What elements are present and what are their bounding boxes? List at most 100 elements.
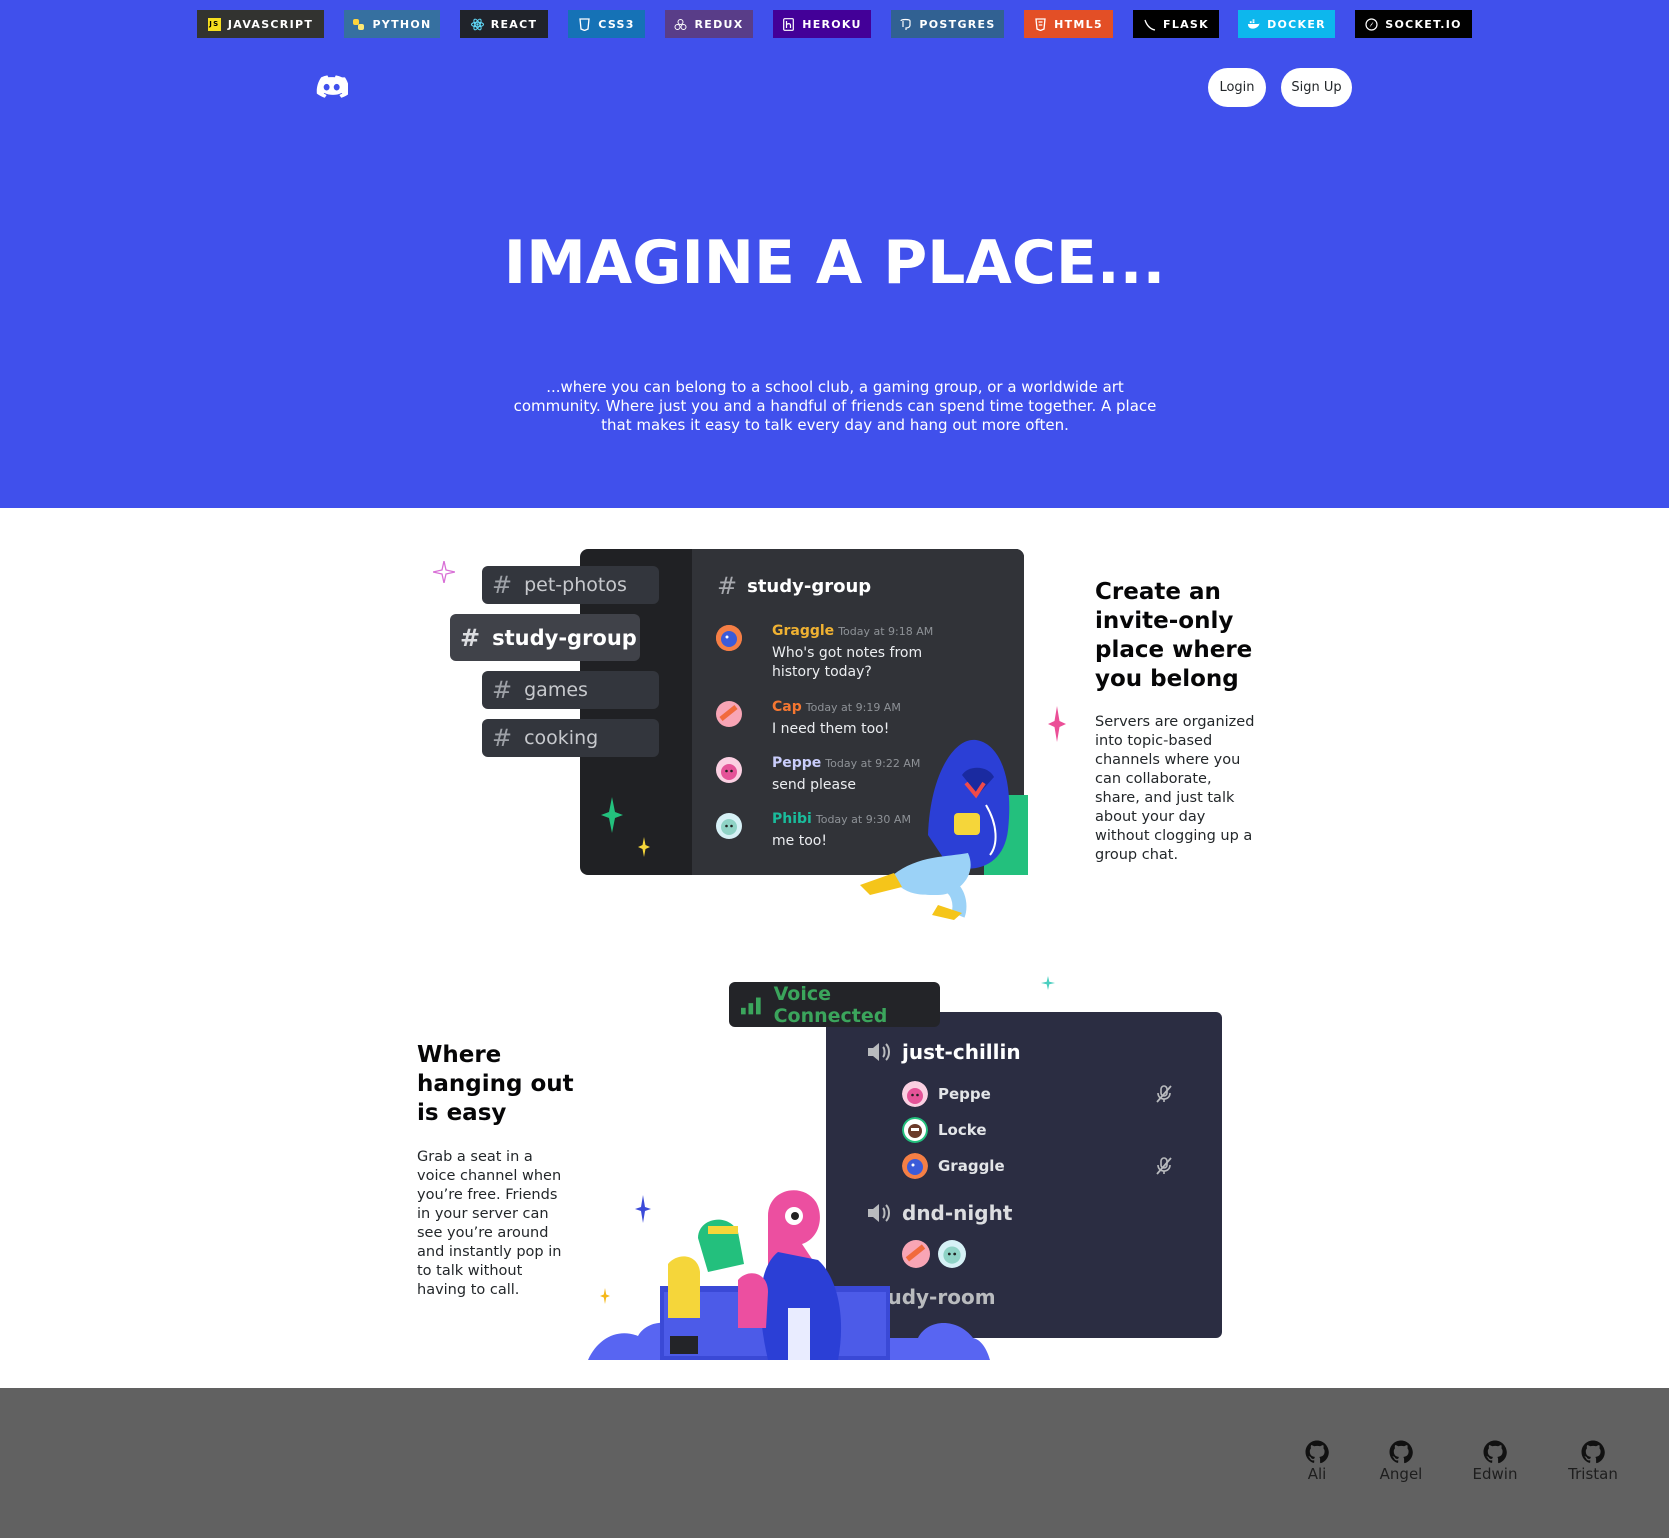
voice-connected-status: Voice Connected xyxy=(729,982,940,1027)
developer-link-ali[interactable]: Ali xyxy=(1303,1440,1331,1483)
channel-item-games[interactable]: # games xyxy=(482,671,659,709)
avatar-phibi xyxy=(716,813,742,839)
message-timestamp: Today at 9:19 AM xyxy=(805,701,901,714)
badge-label: PYTHON xyxy=(372,17,432,31)
github-icon[interactable] xyxy=(1581,1440,1605,1464)
mic-muted-icon[interactable] xyxy=(1154,1084,1174,1104)
message-author: Cap xyxy=(772,699,802,715)
python-icon xyxy=(352,18,365,31)
hero-subtext: ...where you can belong to a school club… xyxy=(513,378,1157,434)
sparkle-icon xyxy=(433,561,455,583)
avatar-cap xyxy=(716,701,742,727)
feature1-body: Servers are organized into topic-based c… xyxy=(1095,714,1255,863)
badge-react: REACT xyxy=(460,10,548,38)
voice-channel-just-chillin[interactable]: just-chillin xyxy=(866,1040,1021,1064)
flask-icon xyxy=(1143,18,1156,31)
js-icon: JS xyxy=(207,17,221,31)
chat-title-label: study-group xyxy=(747,575,872,597)
hash-icon: # xyxy=(460,623,481,652)
badge-label: REACT xyxy=(490,17,538,31)
feature2-body: Grab a seat in a voice channel when you’… xyxy=(417,1149,562,1298)
heroku-icon xyxy=(782,17,795,31)
message-author: Phibi xyxy=(772,811,812,827)
badge-css3: CSS3 xyxy=(568,10,645,38)
login-button[interactable]: Login xyxy=(1208,68,1266,107)
sparkle-icon xyxy=(600,1288,610,1304)
badge-label: REDUX xyxy=(694,17,744,31)
hash-icon: # xyxy=(492,571,513,599)
html5-icon xyxy=(1034,17,1047,31)
hero-section: JS JAVASCRIPT PYTHON REACT CSS3 REDUX HE… xyxy=(0,0,1669,508)
sparkle-icon xyxy=(638,837,650,857)
voice-user-label: Peppe xyxy=(938,1085,991,1103)
docker-icon xyxy=(1247,18,1260,31)
badge-label: HEROKU xyxy=(802,17,862,31)
channel-label: study-group xyxy=(492,625,637,650)
badge-html5: HTML5 xyxy=(1024,10,1113,38)
message-timestamp: Today at 9:18 AM xyxy=(838,625,934,638)
feature1-title: Create an invite-only place where you be… xyxy=(1095,579,1253,692)
developer-link-tristan[interactable]: Tristan xyxy=(1566,1440,1620,1483)
badge-python: PYTHON xyxy=(344,10,440,38)
react-icon xyxy=(470,18,484,31)
voice-channel-label: just-chillin xyxy=(902,1040,1021,1064)
badge-label: HTML5 xyxy=(1054,17,1103,31)
developer-link-angel[interactable]: Angel xyxy=(1378,1440,1424,1483)
channel-item-cooking[interactable]: # cooking xyxy=(482,719,659,757)
chat-channel-title: # study-group xyxy=(717,572,871,600)
mic-muted-icon[interactable] xyxy=(1154,1156,1174,1176)
feature2-title: Where hanging out is easy xyxy=(417,1042,574,1126)
character-illustration xyxy=(860,739,1028,920)
redux-icon xyxy=(674,18,687,31)
badge-label: DOCKER xyxy=(1267,17,1326,31)
badge-label: POSTGRES xyxy=(919,17,996,31)
avatar-peppe xyxy=(716,757,742,783)
voice-user-locke[interactable]: Locke xyxy=(902,1117,987,1143)
message-text: Who's got notes from history today? xyxy=(772,645,923,680)
developer-name: Ali xyxy=(1307,1465,1327,1483)
badge-docker: DOCKER xyxy=(1238,10,1335,38)
postgres-icon xyxy=(899,18,912,31)
badge-label: SOCKET.IO xyxy=(1385,17,1462,31)
socketio-icon xyxy=(1365,17,1378,31)
signup-button[interactable]: Sign Up xyxy=(1281,68,1352,107)
sparkle-icon xyxy=(1048,706,1066,742)
voice-user-label: Locke xyxy=(938,1121,987,1139)
hash-icon: # xyxy=(492,676,513,704)
badge-label: FLASK xyxy=(1163,17,1209,31)
message-author: Peppe xyxy=(772,755,822,771)
badge-postgres: POSTGRES xyxy=(891,10,1004,38)
sparkle-icon xyxy=(601,797,623,833)
voice-user-peppe[interactable]: Peppe xyxy=(902,1081,991,1107)
channel-label: pet-photos xyxy=(524,574,627,596)
developer-name: Angel xyxy=(1379,1465,1423,1483)
github-icon[interactable] xyxy=(1483,1440,1507,1464)
hash-icon: # xyxy=(492,724,513,752)
avatar-peppe xyxy=(902,1081,928,1107)
tech-badge-bar: JS JAVASCRIPT PYTHON REACT CSS3 REDUX HE… xyxy=(0,10,1669,38)
github-icon[interactable] xyxy=(1305,1440,1329,1464)
message-author: Graggle xyxy=(772,623,835,639)
hero-headline: IMAGINE A PLACE... xyxy=(503,228,1166,298)
css3-icon xyxy=(578,17,591,31)
developer-link-edwin[interactable]: Edwin xyxy=(1471,1440,1519,1483)
channel-label: games xyxy=(524,679,588,701)
developer-name: Tristan xyxy=(1568,1465,1618,1483)
channel-label: cooking xyxy=(524,727,599,749)
sparkle-icon xyxy=(1041,976,1055,990)
speaker-icon xyxy=(868,1043,890,1061)
sparkle-icon xyxy=(635,1195,651,1223)
badge-label: CSS3 xyxy=(598,17,635,31)
badge-javascript: JS JAVASCRIPT xyxy=(197,10,324,38)
badge-flask: FLASK xyxy=(1133,10,1219,38)
badge-heroku: HEROKU xyxy=(773,10,871,38)
discord-logo-icon[interactable] xyxy=(316,75,348,99)
channel-item-pet-photos[interactable]: # pet-photos xyxy=(482,566,659,604)
avatar-graggle xyxy=(716,625,742,651)
avatar-locke xyxy=(902,1117,928,1143)
signal-bars-icon xyxy=(741,997,761,1014)
badge-redux: REDUX xyxy=(665,10,753,38)
hash-icon: # xyxy=(717,572,738,600)
github-icon[interactable] xyxy=(1389,1440,1413,1464)
channel-item-study-group[interactable]: # study-group xyxy=(450,614,640,661)
